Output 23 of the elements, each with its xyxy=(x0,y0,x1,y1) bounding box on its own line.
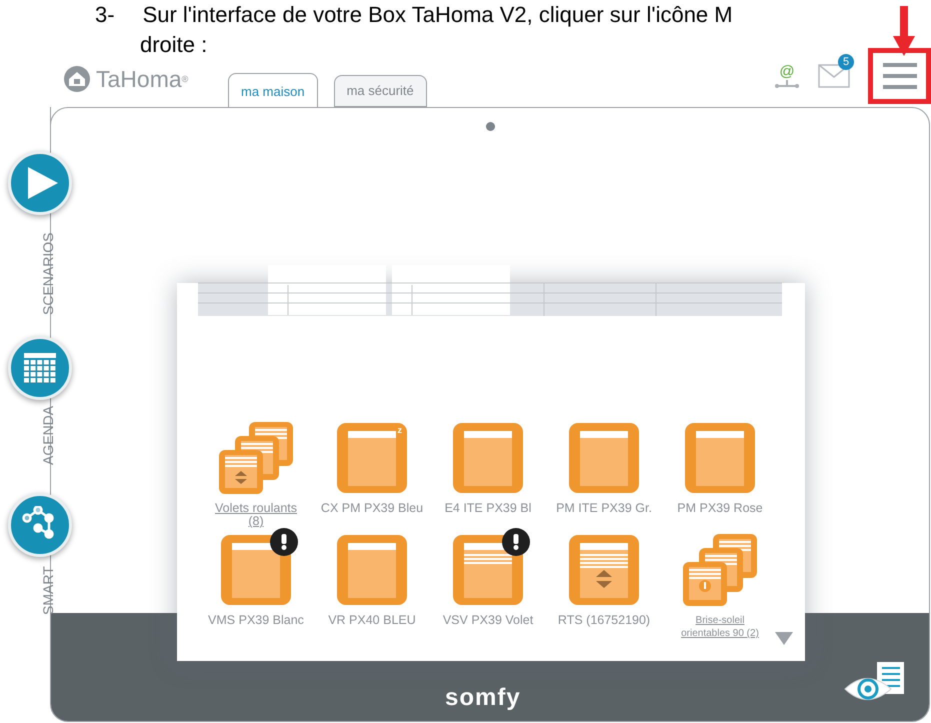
group-link[interactable]: Volets roulants (8) xyxy=(206,502,306,528)
group-link[interactable]: Brise-soleil orientables 90 (2) xyxy=(672,614,768,640)
instruction-text: droite : xyxy=(140,32,208,57)
device-label: CX PM PX39 Bleu xyxy=(320,502,424,515)
tab[interactable]: ma maison xyxy=(228,73,318,109)
device-mark-label: z xyxy=(398,424,402,437)
step-number: 3- xyxy=(95,1,115,29)
rail-label: SMART xyxy=(39,566,57,615)
rail-label: SCENARIOS xyxy=(39,232,57,315)
brand-logo: somfy xyxy=(445,683,521,713)
device-label: E4 ITE PX39 Bl xyxy=(444,502,532,515)
app-logo: TaHoma$^{®}$ xyxy=(96,64,188,94)
device-label: VMS PX39 Blanc xyxy=(207,614,305,627)
tab[interactable]: ma sécurité xyxy=(334,75,427,107)
device-label: VR PX40 BLEU xyxy=(327,614,417,627)
instruction-text: Sur l'interface de votre Box TaHoma V2, cliquer sur l'icône M xyxy=(142,1,733,29)
device-label: PM PX39 Rose xyxy=(676,502,764,515)
connection-symbol[interactable]: @ xyxy=(779,64,795,80)
device-label: VSV PX39 Volet xyxy=(442,614,534,627)
rail-label: AGENDA xyxy=(39,406,57,465)
notification-badge: 5 xyxy=(838,54,854,70)
device-label: RTS (16752190) xyxy=(556,614,652,627)
device-label: PM ITE PX39 Gr. xyxy=(555,502,653,515)
